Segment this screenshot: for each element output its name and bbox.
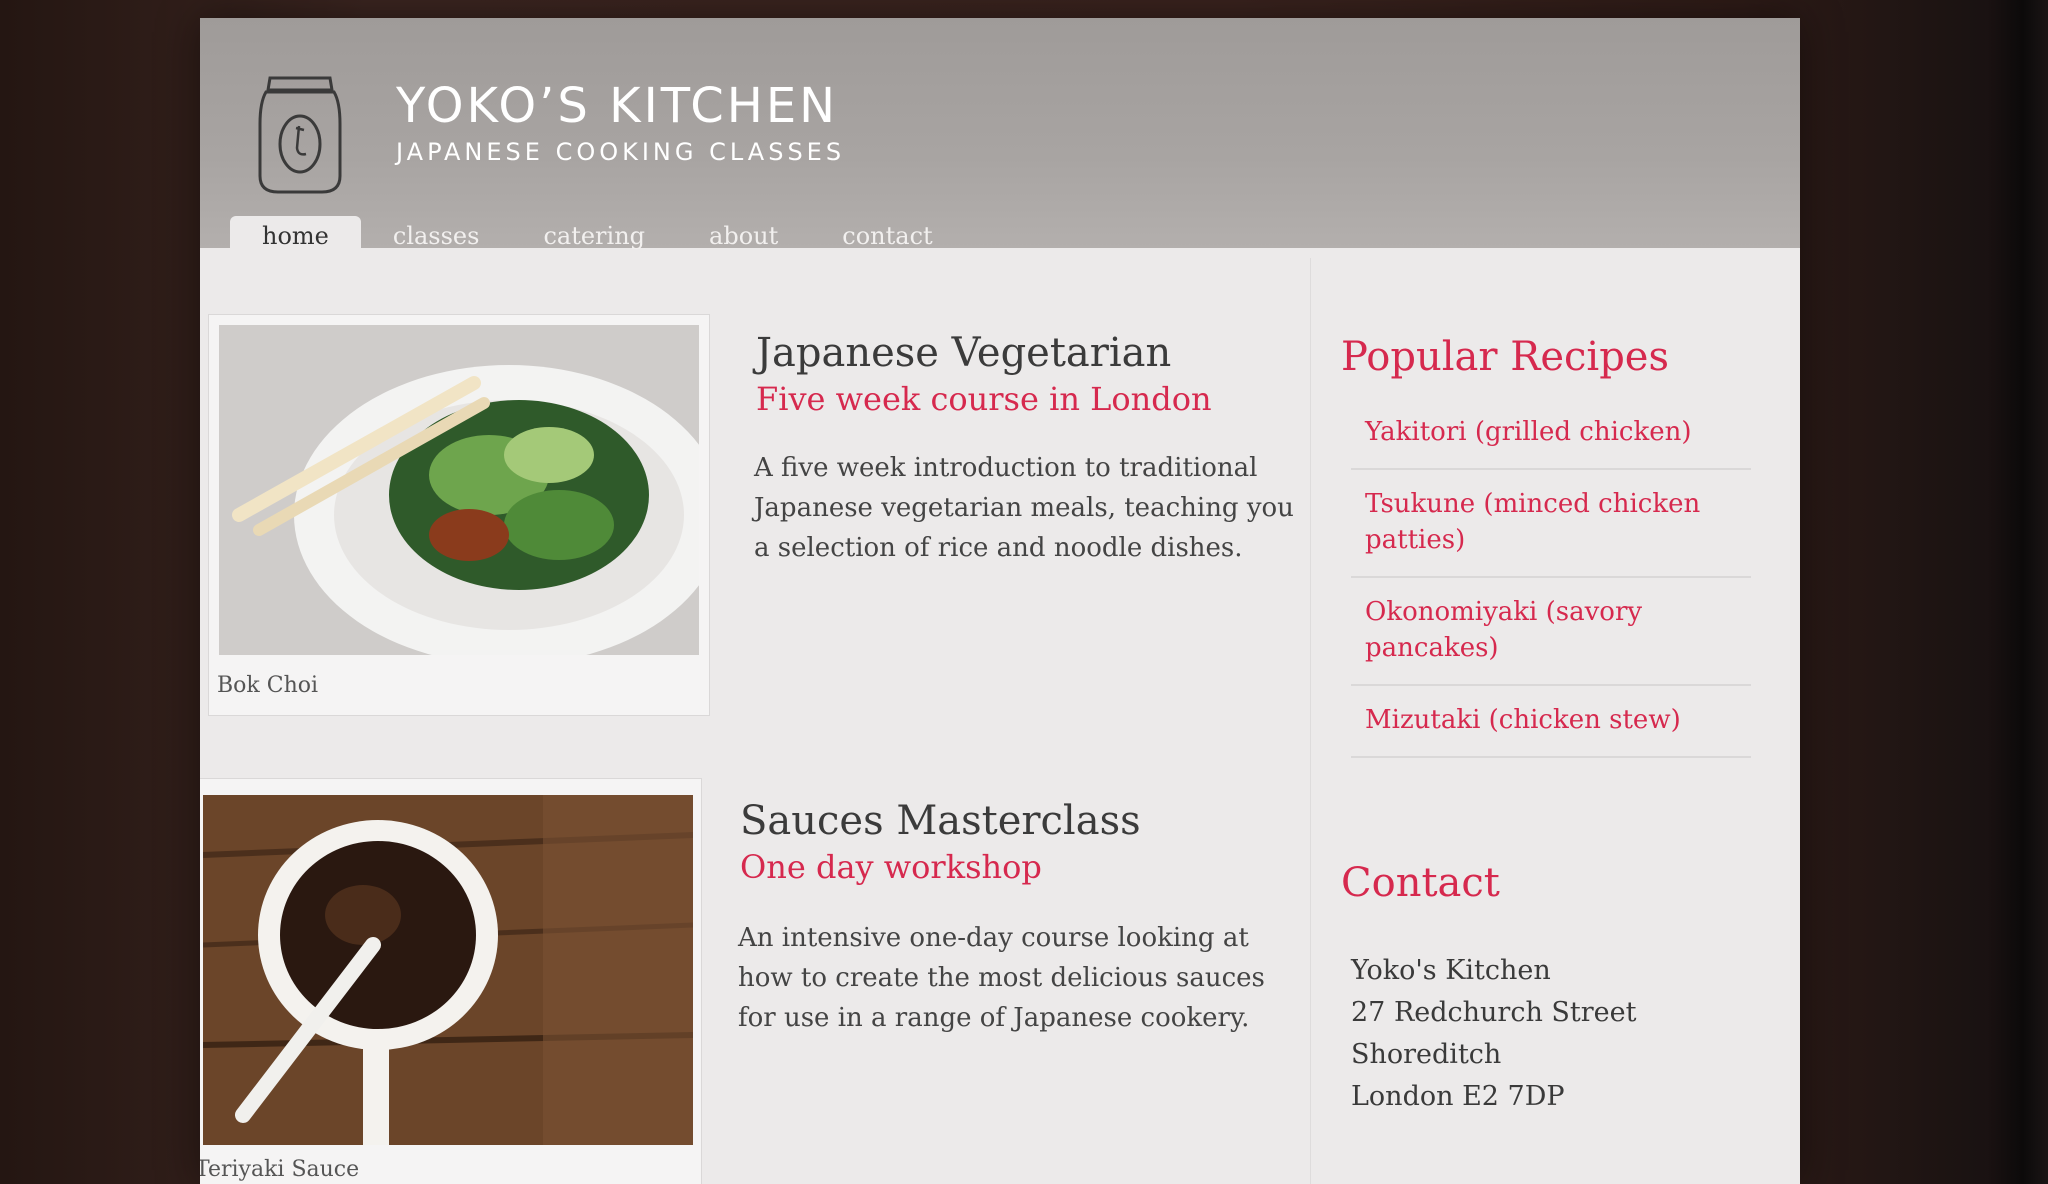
course-subtitle: One day workshop: [740, 848, 1042, 886]
recipe-link[interactable]: Okonomiyaki (savory pancakes): [1351, 578, 1751, 686]
contact-address: Yoko's Kitchen 27 Redchurch Street Shore…: [1351, 950, 1637, 1118]
nav-catering[interactable]: catering: [511, 216, 677, 256]
address-line: London E2 7DP: [1351, 1081, 1565, 1112]
recipe-list: Yakitori (grilled chicken) Tsukune (minc…: [1351, 398, 1751, 758]
book-edge: [1985, 0, 2048, 1184]
sidebar: Popular Recipes Yakitori (grilled chicke…: [1310, 258, 1771, 1184]
site-header: YOKO’S KITCHEN JAPANESE COOKING CLASSES …: [200, 18, 1800, 256]
recipe-link[interactable]: Mizutaki (chicken stew): [1351, 686, 1751, 758]
photo-caption: Teriyaki Sauce: [200, 1157, 360, 1182]
recipe-link[interactable]: Yakitori (grilled chicken): [1351, 398, 1751, 470]
contact-heading: Contact: [1341, 860, 1500, 906]
recipe-link[interactable]: Tsukune (minced chicken patties): [1351, 470, 1751, 578]
course-title: Japanese Vegetarian: [756, 330, 1172, 376]
main-nav: home classes catering about contact: [230, 216, 965, 256]
nav-home[interactable]: home: [230, 216, 361, 256]
course-photo-card: Teriyaki Sauce: [200, 778, 702, 1184]
popular-recipes-heading: Popular Recipes: [1341, 334, 1670, 380]
teriyaki-sauce-photo: [203, 795, 693, 1145]
course-title: Sauces Masterclass: [740, 798, 1141, 844]
teriyaki-sauce-image: [203, 795, 693, 1145]
course-description: An intensive one-day course looking at h…: [738, 923, 1265, 1033]
nav-classes[interactable]: classes: [361, 216, 512, 256]
nav-about[interactable]: about: [677, 216, 810, 256]
bok-choi-image: [219, 325, 699, 655]
bok-choi-photo: [219, 325, 699, 655]
photo-caption: Bok Choi: [217, 673, 319, 698]
course-subtitle: Five week course in London: [756, 380, 1212, 418]
site-subtitle: JAPANESE COOKING CLASSES: [396, 138, 846, 166]
address-line: 27 Redchurch Street: [1351, 997, 1637, 1028]
address-line: Yoko's Kitchen: [1351, 955, 1551, 986]
course-photo-card: Bok Choi: [208, 314, 710, 716]
course-description: A five week introduction to traditional …: [754, 453, 1294, 563]
address-line: Shoreditch: [1351, 1039, 1502, 1070]
site-title: YOKO’S KITCHEN: [396, 78, 839, 134]
nav-contact[interactable]: contact: [810, 216, 964, 256]
jar-logo-icon: [258, 76, 342, 194]
web-page: YOKO’S KITCHEN JAPANESE COOKING CLASSES …: [200, 18, 1800, 1184]
